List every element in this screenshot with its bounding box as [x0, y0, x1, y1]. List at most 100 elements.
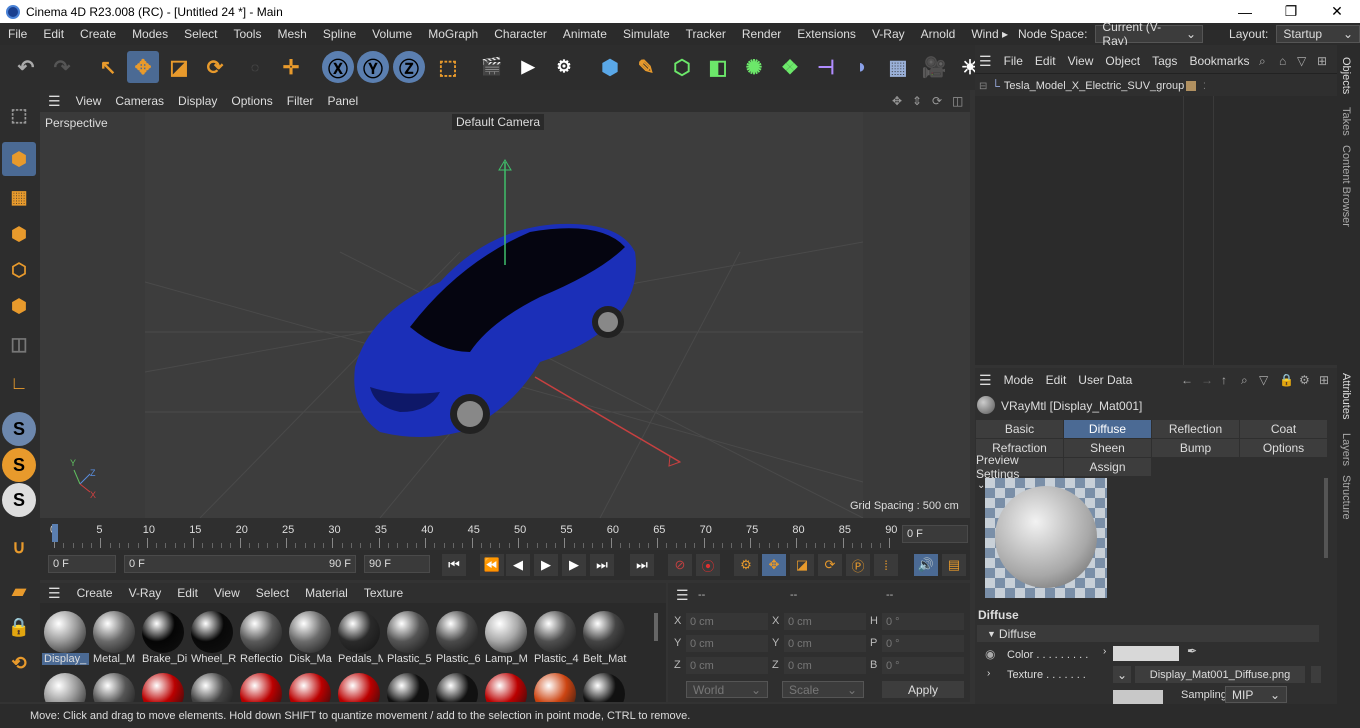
- play-icon[interactable]: ▶: [534, 554, 558, 576]
- expand-icon[interactable]: ⊟: [979, 81, 987, 92]
- apply-button[interactable]: Apply: [882, 681, 964, 698]
- viewport-maximize-icon[interactable]: ◫: [952, 94, 963, 108]
- coord-input[interactable]: 0 cm: [686, 613, 768, 630]
- obj-menu-view[interactable]: View: [1062, 54, 1100, 68]
- sampling-dropdown[interactable]: MIP ⌄: [1225, 686, 1287, 703]
- vp-menu-options[interactable]: Options: [224, 94, 279, 108]
- attr-menu-mode[interactable]: Mode: [998, 373, 1040, 387]
- texture-extra-button[interactable]: [1311, 666, 1321, 683]
- color-swatch[interactable]: [1113, 646, 1179, 661]
- render-settings-icon[interactable]: ⚙: [548, 51, 580, 83]
- menu-tracker[interactable]: Tracker: [678, 27, 734, 41]
- vp-menu-panel[interactable]: Panel: [320, 94, 365, 108]
- attr-tab-reflection[interactable]: Reflection: [1152, 420, 1239, 438]
- material-preview[interactable]: [985, 478, 1107, 598]
- field-icon[interactable]: ◗: [846, 51, 878, 83]
- film-strip-icon[interactable]: ▤: [942, 554, 966, 576]
- extrude-generator-icon[interactable]: ◧: [702, 51, 734, 83]
- maximize-button[interactable]: ❐: [1268, 0, 1314, 23]
- menu-render[interactable]: Render: [734, 27, 789, 41]
- viewport-dolly-icon[interactable]: ⇕: [912, 94, 922, 108]
- 3d-viewport[interactable]: Perspective Default Camera Grid Spacing …: [40, 112, 970, 518]
- material-item[interactable]: Brake_Di: [140, 607, 187, 669]
- material-item[interactable]: Metal_M: [91, 607, 138, 669]
- goto-start-icon[interactable]: ⏮: [442, 554, 466, 576]
- timeline-ruler[interactable]: 051015202530354045505560657075808590 0 F: [40, 518, 970, 550]
- undo-icon[interactable]: ↶: [10, 51, 42, 83]
- vp-menu-cameras[interactable]: Cameras: [108, 94, 171, 108]
- render-view-icon[interactable]: 🎬: [476, 51, 508, 83]
- next-frame-icon[interactable]: ▶: [562, 554, 586, 576]
- recent-tool-icon[interactable]: ◌: [239, 51, 271, 83]
- vp-menu-filter[interactable]: Filter: [280, 94, 321, 108]
- coord-input[interactable]: 0 cm: [686, 635, 768, 652]
- menu-select[interactable]: Select: [176, 27, 225, 41]
- keyframe-selection-icon[interactable]: ⚙: [734, 554, 758, 576]
- hamburger-icon[interactable]: ☰: [979, 53, 992, 70]
- attr-tab-sheen[interactable]: Sheen: [1064, 439, 1151, 457]
- camera-icon[interactable]: 🎥: [918, 51, 950, 83]
- coord-input[interactable]: 0 cm: [784, 657, 866, 674]
- material-item[interactable]: Lamp_M: [483, 607, 530, 669]
- start-frame-field[interactable]: 0 F: [48, 555, 116, 573]
- menu-simulate[interactable]: Simulate: [615, 27, 678, 41]
- obj-menu-file[interactable]: File: [998, 54, 1029, 68]
- new-panel-icon[interactable]: ⊞: [1317, 54, 1327, 68]
- radio-icon[interactable]: ◉: [985, 647, 995, 661]
- mat-menu-select[interactable]: Select: [248, 586, 297, 600]
- obj-menu-object[interactable]: Object: [1099, 54, 1146, 68]
- key-position-icon[interactable]: ✥: [762, 554, 786, 576]
- material-item[interactable]: Display_: [42, 607, 89, 669]
- coord-input[interactable]: 0 °: [882, 635, 964, 652]
- magnet-icon[interactable]: ∪: [2, 530, 36, 564]
- close-button[interactable]: ✕: [1314, 0, 1360, 23]
- attr-menu-edit[interactable]: Edit: [1040, 373, 1073, 387]
- settings-icon[interactable]: ⚙: [1299, 373, 1310, 387]
- visibility-dots-icon[interactable]: ⁚: [1203, 81, 1206, 92]
- forward-arrow-icon[interactable]: →: [1201, 373, 1213, 387]
- obj-menu-bookmarks[interactable]: Bookmarks: [1183, 54, 1255, 68]
- viewport-rotate-icon[interactable]: ⟳: [932, 94, 942, 108]
- attr-tab-assign[interactable]: Assign: [1064, 458, 1151, 476]
- snap-icon[interactable]: S: [2, 412, 36, 446]
- uv-mode-icon[interactable]: ◫: [2, 327, 36, 361]
- diffuse-subsection-header[interactable]: ▼ Diffuse: [977, 625, 1319, 642]
- floor-icon[interactable]: ▦: [882, 51, 914, 83]
- key-pla-icon[interactable]: ⁞: [874, 554, 898, 576]
- mograph-cloner-icon[interactable]: ❖: [774, 51, 806, 83]
- end-frame-field[interactable]: 90 F: [364, 555, 430, 573]
- new-panel-icon[interactable]: ⊞: [1319, 373, 1329, 387]
- move-tool-icon[interactable]: ✥: [127, 51, 159, 83]
- points-mode-icon[interactable]: ⬢: [2, 217, 36, 251]
- material-item[interactable]: [483, 669, 530, 702]
- menu-file[interactable]: File: [0, 27, 35, 41]
- material-item[interactable]: [140, 669, 187, 702]
- menu-modes[interactable]: Modes: [124, 27, 176, 41]
- layer-color-icon[interactable]: [1186, 81, 1196, 91]
- up-arrow-icon[interactable]: ↑: [1221, 373, 1227, 387]
- menu-edit[interactable]: Edit: [35, 27, 72, 41]
- mat-menu-vray[interactable]: V-Ray: [121, 586, 170, 600]
- tab-attributes[interactable]: Attributes: [1340, 373, 1352, 419]
- object-name[interactable]: Tesla_Model_X_Electric_SUV_group: [1004, 80, 1184, 92]
- coord-input[interactable]: 0 °: [882, 613, 964, 630]
- coord-scale-dropdown[interactable]: Scale ⌄: [782, 681, 864, 698]
- hamburger-icon[interactable]: ☰: [979, 372, 992, 389]
- scale-tool-icon[interactable]: ◪: [163, 51, 195, 83]
- pen-spline-icon[interactable]: ✎: [630, 51, 662, 83]
- attr-scrollbar[interactable]: [1324, 478, 1328, 558]
- mat-menu-texture[interactable]: Texture: [356, 586, 411, 600]
- coord-input[interactable]: 0 cm: [686, 657, 768, 674]
- goto-end-icon[interactable]: ⏭: [630, 554, 654, 576]
- live-selection-icon[interactable]: ↖: [92, 51, 124, 83]
- cloner-icon[interactable]: ✺: [738, 51, 770, 83]
- material-item[interactable]: [238, 669, 285, 702]
- coord-input[interactable]: 0 cm: [784, 613, 866, 630]
- material-item[interactable]: [287, 669, 334, 702]
- playhead[interactable]: [52, 524, 58, 542]
- make-editable-icon[interactable]: ⬚: [2, 98, 36, 132]
- coord-input[interactable]: 0 °: [882, 657, 964, 674]
- polygons-mode-icon[interactable]: ⬢: [2, 289, 36, 323]
- attr-tab-basic[interactable]: Basic: [976, 420, 1063, 438]
- y-axis-lock-icon[interactable]: Ⓨ: [357, 51, 389, 83]
